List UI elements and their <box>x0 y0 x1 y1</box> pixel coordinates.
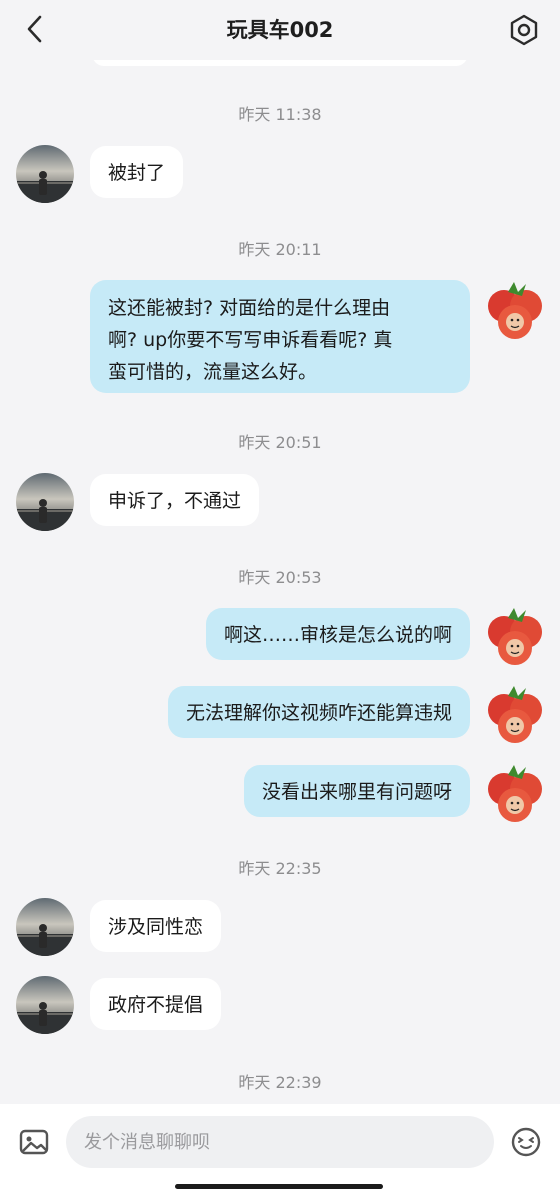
message-bubble[interactable]: 没看出来哪里有问题呀 <box>243 765 470 817</box>
message-bubble[interactable]: 申诉了，不通过 <box>90 474 260 526</box>
message-line: 这还能被封? 对面给的是什么理由 <box>108 297 391 319</box>
my-avatar[interactable] <box>484 606 546 668</box>
message-bubble[interactable]: 涉及同性恋 <box>90 900 222 952</box>
emoji-icon <box>511 1127 541 1157</box>
input-bar <box>0 1104 560 1200</box>
my-avatar[interactable] <box>484 280 546 342</box>
timestamp: 昨天 20:11 <box>238 240 322 259</box>
contact-avatar[interactable] <box>16 976 74 1034</box>
timestamp: 昨天 22:35 <box>238 859 322 878</box>
timestamp: 昨天 20:51 <box>238 433 322 452</box>
settings-gear-icon <box>510 14 538 46</box>
my-avatar[interactable] <box>484 763 546 825</box>
message-bubble[interactable]: 啊这……审核是怎么说的啊 <box>205 608 470 660</box>
contact-avatar[interactable] <box>16 145 74 203</box>
emoji-button[interactable] <box>508 1124 544 1160</box>
message-bubble[interactable]: 被封了 <box>90 146 184 198</box>
home-indicator <box>175 1184 383 1189</box>
timestamp: 昨天 20:53 <box>238 568 322 587</box>
my-avatar[interactable] <box>484 684 546 746</box>
timestamp: 昨天 22:39 <box>238 1073 322 1092</box>
message-line: 蛮可惜的，流量这么好。 <box>108 361 318 383</box>
message-bubble[interactable]: 政府不提倡 <box>90 978 222 1030</box>
contact-avatar[interactable] <box>16 898 74 956</box>
message-input[interactable] <box>66 1116 494 1168</box>
chat-area: 昨天 11:38 被封了 昨天 20:11 这还能被封? 对面给的是什么理由 啊… <box>0 0 560 1104</box>
image-button[interactable] <box>16 1124 52 1160</box>
message-line: 啊? up你要不写写申诉看看呢? 真 <box>108 329 393 351</box>
message-bubble[interactable]: 无法理解你这视频咋还能算违规 <box>167 686 470 738</box>
contact-avatar[interactable] <box>16 473 74 531</box>
settings-button[interactable] <box>506 12 542 48</box>
timestamp: 昨天 11:38 <box>238 105 322 124</box>
conversation-title: 玩具车002 <box>226 18 334 42</box>
image-icon <box>19 1129 49 1155</box>
message-bubble[interactable]: 这还能被封? 对面给的是什么理由 啊? up你要不写写申诉看看呢? 真 蛮可惜的… <box>90 280 470 393</box>
header-bar: 玩具车002 <box>0 0 560 60</box>
